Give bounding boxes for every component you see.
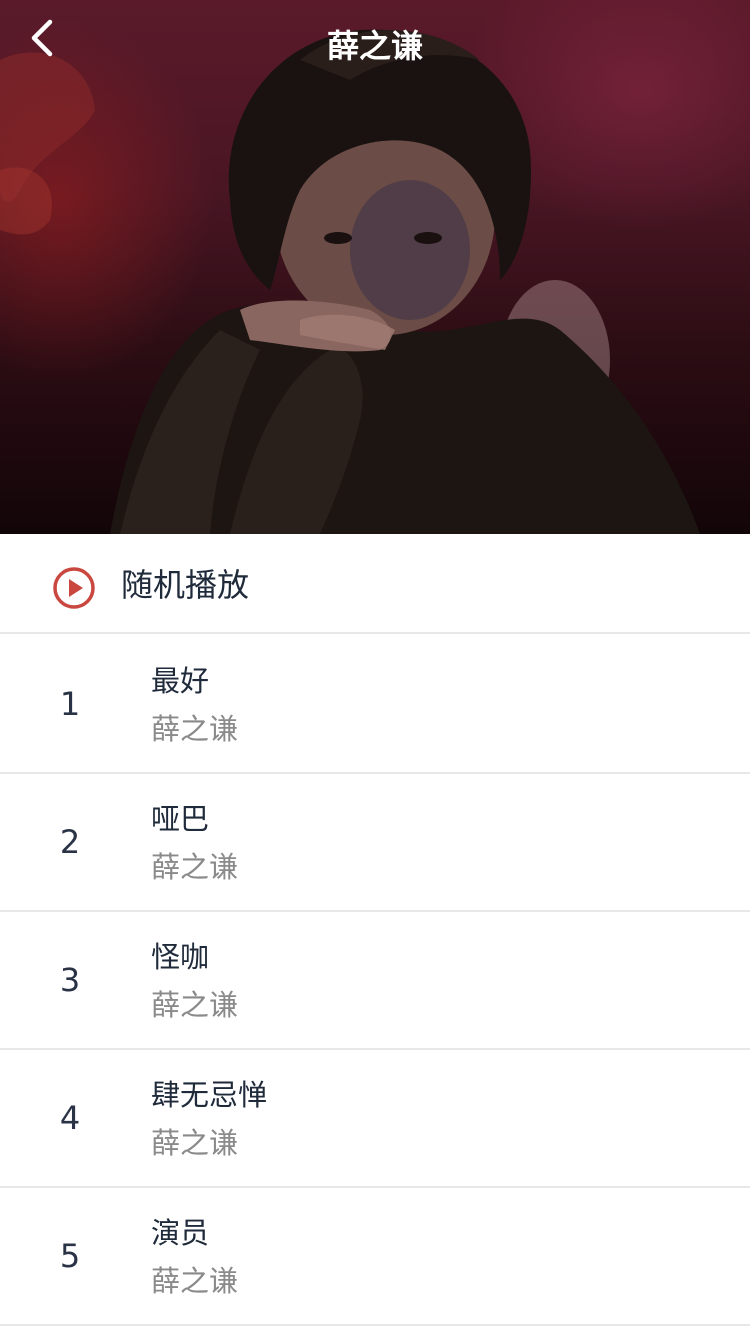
- song-title: 怪咖: [151, 940, 210, 974]
- song-artist: 薛之谦: [151, 988, 239, 1022]
- song-index: 4: [59, 1099, 81, 1137]
- artist-cover-image: 薛之谦: [0, 0, 750, 534]
- song-title: 最好: [151, 664, 210, 698]
- play-circle-icon: [53, 567, 95, 609]
- song-row[interactable]: 3 怪咖 薛之谦: [0, 912, 750, 1050]
- song-artist: 薛之谦: [151, 850, 239, 884]
- cover-photo-illustration: [0, 29, 700, 534]
- song-title: 哑巴: [151, 802, 210, 836]
- song-artist: 薛之谦: [151, 712, 239, 746]
- artist-page: 薛之谦 随机播放 1 最好 薛之谦 2 哑巴 薛之谦 3 怪咖 薛之谦 4 肆无…: [0, 0, 750, 1334]
- song-title: 肆无忌惮: [151, 1078, 268, 1112]
- song-list: 1 最好 薛之谦 2 哑巴 薛之谦 3 怪咖 薛之谦 4 肆无忌惮 薛之谦 5 …: [0, 636, 750, 1326]
- song-artist: 薛之谦: [151, 1264, 239, 1298]
- song-row[interactable]: 1 最好 薛之谦: [0, 636, 750, 774]
- song-index: 5: [59, 1237, 81, 1275]
- song-index: 2: [59, 823, 81, 861]
- song-row[interactable]: 4 肆无忌惮 薛之谦: [0, 1050, 750, 1188]
- shuffle-play-button[interactable]: 随机播放: [0, 534, 750, 634]
- song-index: 1: [59, 685, 81, 723]
- song-row[interactable]: 5 演员 薛之谦: [0, 1188, 750, 1326]
- song-title: 演员: [151, 1216, 210, 1250]
- shuffle-play-label: 随机播放: [121, 566, 250, 604]
- song-artist: 薛之谦: [151, 1126, 239, 1160]
- page-title: 薛之谦: [326, 27, 423, 65]
- song-row[interactable]: 2 哑巴 薛之谦: [0, 774, 750, 912]
- song-index: 3: [59, 961, 81, 999]
